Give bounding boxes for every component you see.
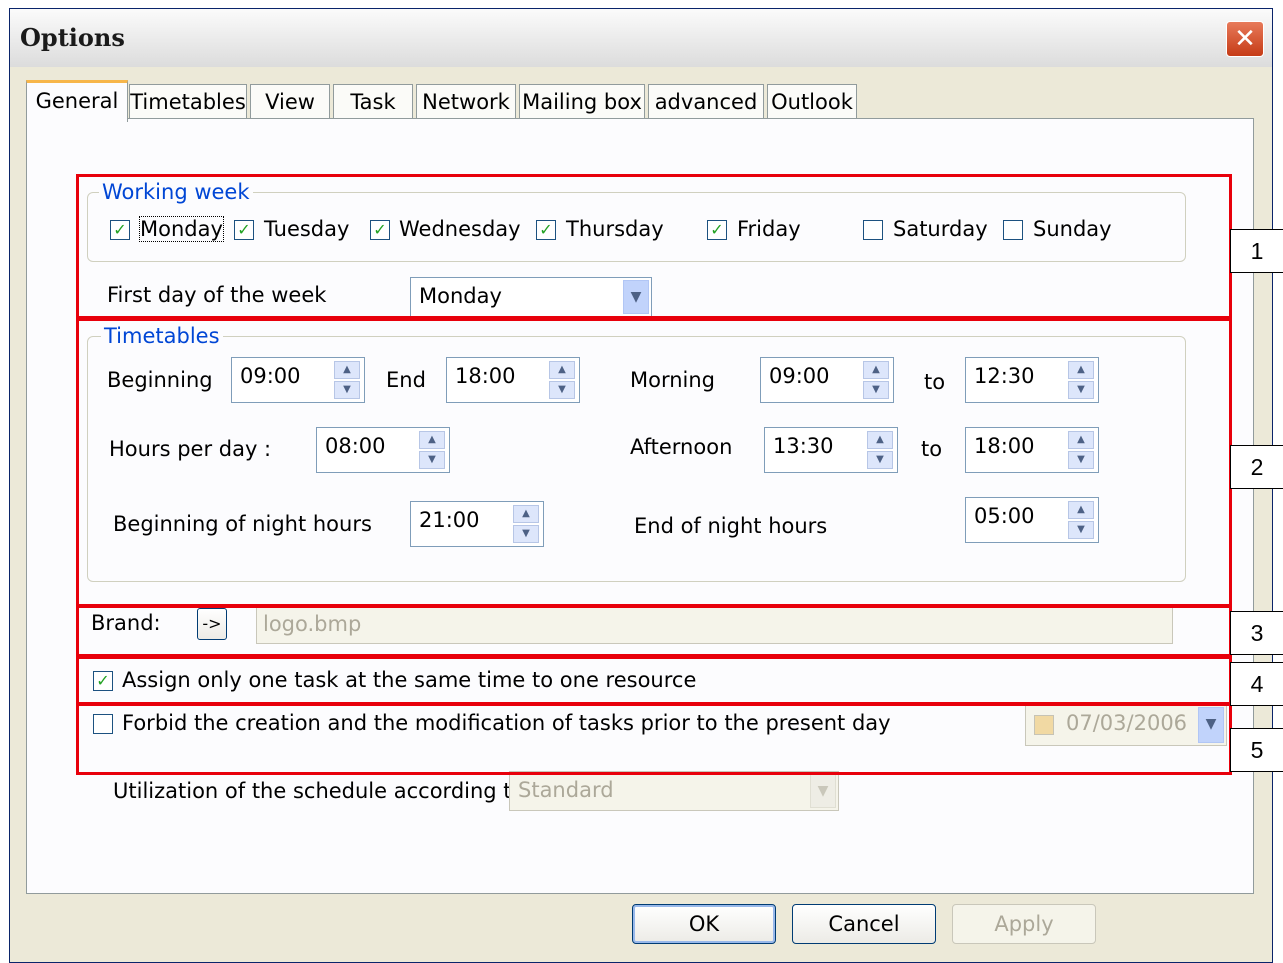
callout-5: 5 xyxy=(1230,728,1283,772)
tab-view[interactable]: View xyxy=(250,84,330,120)
tab-outlook[interactable]: Outlook xyxy=(767,84,857,120)
callout-3: 3 xyxy=(1230,611,1283,655)
tab-network[interactable]: Network xyxy=(416,84,516,120)
chevron-down-icon[interactable]: ▼ xyxy=(810,774,836,808)
close-button[interactable]: ✕ xyxy=(1226,21,1264,57)
annotation-box-4 xyxy=(76,656,1232,705)
schedule-utilization-label: Utilization of the schedule according to xyxy=(113,779,525,803)
annotation-box-3 xyxy=(76,604,1232,657)
ok-button[interactable]: OK xyxy=(632,904,776,944)
callout-2: 2 xyxy=(1230,445,1283,489)
tab-general[interactable]: General xyxy=(26,80,128,122)
callout-1: 1 xyxy=(1230,229,1283,273)
tab-task[interactable]: Task xyxy=(333,84,413,120)
apply-button[interactable]: Apply xyxy=(952,904,1096,944)
tab-mailing-box[interactable]: Mailing box xyxy=(519,84,645,120)
cancel-button[interactable]: Cancel xyxy=(792,904,936,944)
annotation-box-1 xyxy=(76,174,1232,319)
tab-timetables[interactable]: Timetables xyxy=(129,84,247,120)
tab-advanced[interactable]: advanced xyxy=(648,84,764,120)
dialog-title: Options xyxy=(20,23,125,52)
annotation-box-2 xyxy=(76,318,1232,608)
callout-4: 4 xyxy=(1230,662,1283,706)
schedule-utilization-value: Standard xyxy=(518,778,614,802)
title-bar[interactable]: Options ✕ xyxy=(10,9,1272,67)
schedule-utilization-select[interactable]: Standard ▼ xyxy=(509,771,839,811)
annotation-box-5 xyxy=(76,703,1232,775)
